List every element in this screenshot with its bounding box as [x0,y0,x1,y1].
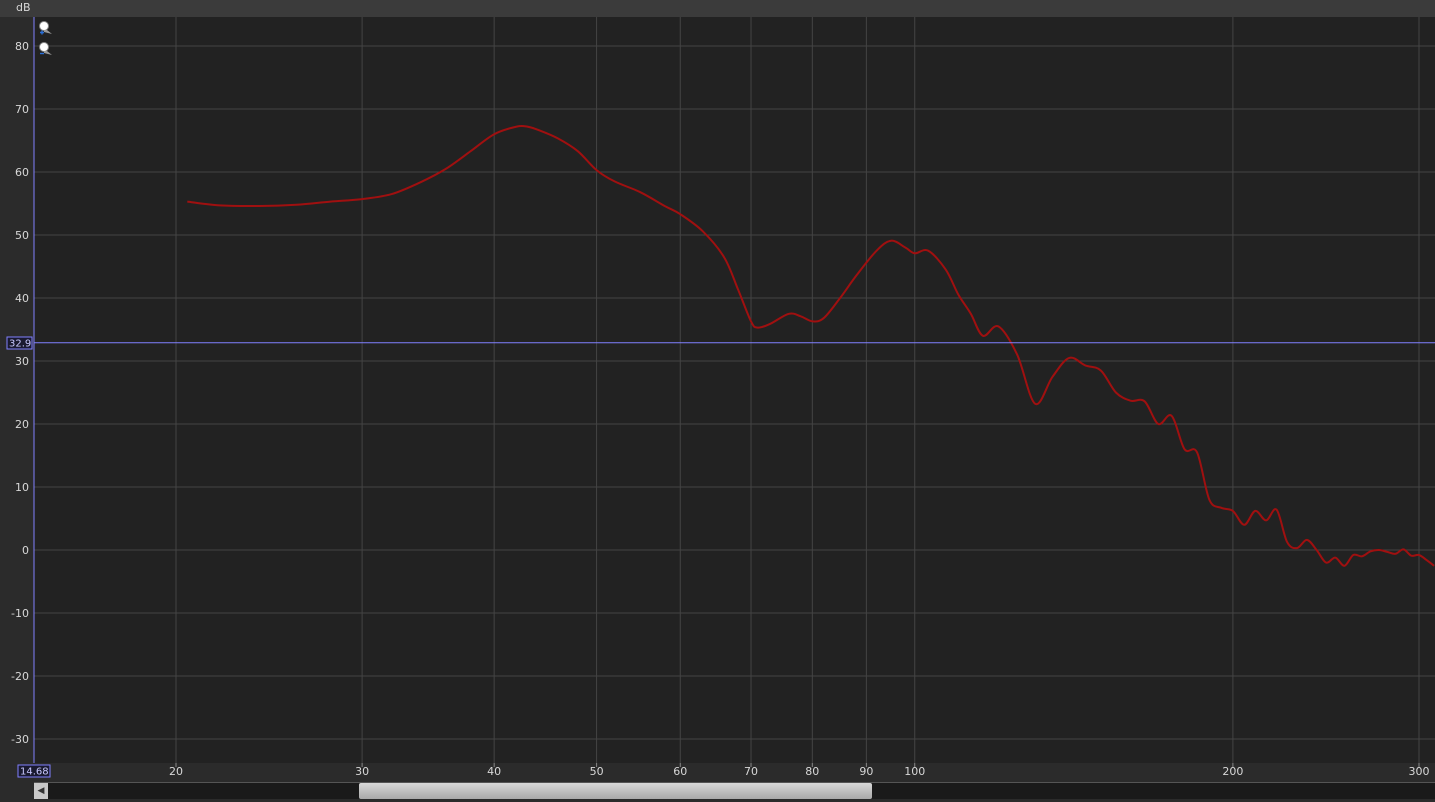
y-tick-label: 70 [15,103,29,116]
y-tick-label: 50 [15,229,29,242]
cursor-x-readout: 14.68 [20,767,49,778]
x-tick-label: 20 [169,765,183,778]
frequency-response-chart[interactable]: 80706050403020100-10-20-30 20 30 40 50 60 70 8… [0,0,1435,802]
x-tick-label: 50 [590,765,604,778]
x-axis-ticks: 20 30 40 50 60 70 80 90 100 200 300 [169,763,1430,778]
y-tick-label: -10 [11,607,29,620]
arrow-left-icon[interactable]: ◀ [34,783,48,799]
x-tick-label: 100 [904,765,925,778]
horizontal-scrollbar[interactable]: ◀ [34,782,1435,799]
x-tick-label: 40 [487,765,501,778]
y-tick-label: -30 [11,733,29,746]
zoom-in-icon[interactable] [38,20,54,36]
scrollbar-thumb[interactable] [359,783,872,799]
zoom-out-icon[interactable] [38,41,54,57]
y-tick-label: 10 [15,481,29,494]
cursor-y-readout: 32.9 [9,339,31,350]
y-tick-label: 40 [15,292,29,305]
y-tick-label: 30 [15,355,29,368]
y-axis-unit-label: dB [16,1,31,14]
y-tick-label: 0 [22,544,29,557]
y-tick-label: 80 [15,40,29,53]
y-tick-label: -20 [11,670,29,683]
x-tick-label: 90 [859,765,873,778]
x-tick-label: 200 [1222,765,1243,778]
x-tick-label: 70 [744,765,758,778]
y-axis-ticks: 80 70 60 50 40 30 20 10 0 -10 -20 -30 [11,40,29,746]
y-tick-label: 60 [15,166,29,179]
x-tick-label: 30 [355,765,369,778]
x-tick-label: 80 [805,765,819,778]
y-tick-label: 20 [15,418,29,431]
x-tick-label: 300 [1409,765,1430,778]
plot-area[interactable] [34,17,1435,763]
x-tick-label: 60 [673,765,687,778]
